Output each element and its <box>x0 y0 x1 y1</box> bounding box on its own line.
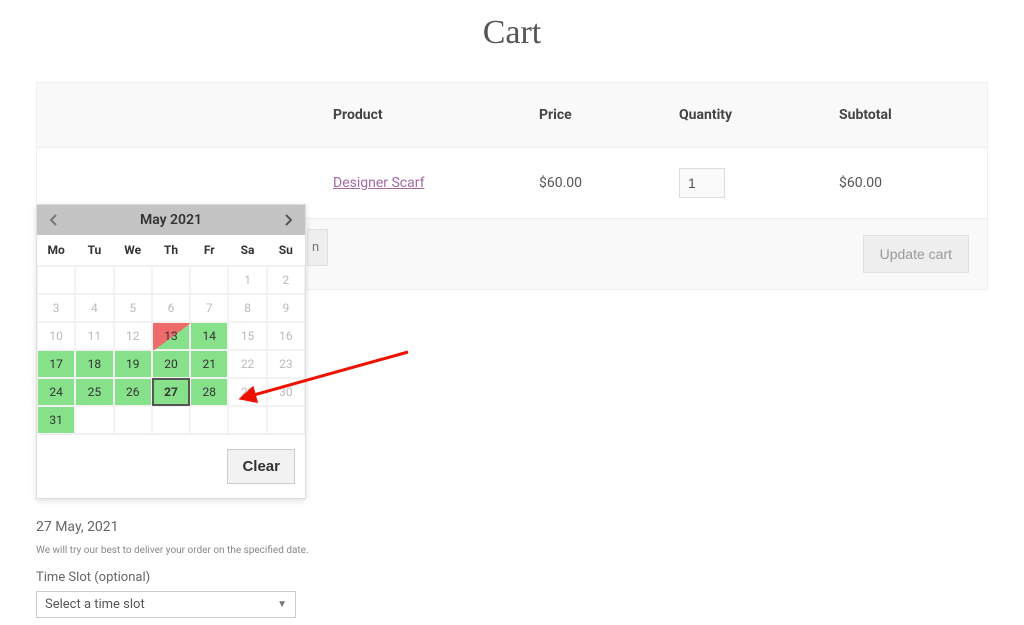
header-product: Product <box>333 107 539 123</box>
next-month-button[interactable] <box>279 211 297 229</box>
day-12: 12 <box>114 322 152 350</box>
datepicker-dow: Fr <box>190 235 228 266</box>
header-price: Price <box>539 107 679 123</box>
day-23: 23 <box>267 350 305 378</box>
day-5: 5 <box>114 294 152 322</box>
day-16: 16 <box>267 322 305 350</box>
day-empty <box>152 266 190 294</box>
day-2: 2 <box>267 266 305 294</box>
datepicker-clear-button[interactable]: Clear <box>227 449 295 484</box>
day-15: 15 <box>228 322 266 350</box>
day-9: 9 <box>267 294 305 322</box>
day-empty <box>75 266 113 294</box>
day-empty <box>190 406 228 434</box>
day-26[interactable]: 26 <box>114 378 152 406</box>
coupon-button-fragment[interactable]: n <box>307 229 328 266</box>
day-13[interactable]: 13 <box>152 322 190 350</box>
datepicker-dow: Sa <box>228 235 266 266</box>
day-empty <box>190 266 228 294</box>
day-17[interactable]: 17 <box>37 350 75 378</box>
day-empty <box>152 406 190 434</box>
day-11: 11 <box>75 322 113 350</box>
subtotal-value: $60.00 <box>839 175 979 191</box>
cart-header-row: Product Price Quantity Subtotal <box>37 83 987 147</box>
delivery-note: We will try our best to deliver your ord… <box>36 545 386 556</box>
day-empty <box>114 266 152 294</box>
datepicker-dow: Mo <box>37 235 75 266</box>
day-empty <box>75 406 113 434</box>
datepicker-dow: Su <box>267 235 305 266</box>
day-22: 22 <box>228 350 266 378</box>
day-31[interactable]: 31 <box>37 406 75 434</box>
datepicker-dow: Th <box>152 235 190 266</box>
day-1: 1 <box>228 266 266 294</box>
day-24[interactable]: 24 <box>37 378 75 406</box>
chevron-right-icon <box>283 214 293 226</box>
timeslot-placeholder: Select a time slot <box>45 597 145 612</box>
day-4: 4 <box>75 294 113 322</box>
datepicker-dow: Tu <box>75 235 113 266</box>
header-subtotal: Subtotal <box>839 107 979 123</box>
day-27[interactable]: 27 <box>152 378 190 406</box>
datepicker-month-label: May 2021 <box>140 212 202 228</box>
day-10: 10 <box>37 322 75 350</box>
selected-date-text: 27 May, 2021 <box>36 519 386 535</box>
datepicker-header: May 2021 <box>37 205 305 235</box>
day-25[interactable]: 25 <box>75 378 113 406</box>
day-empty <box>37 266 75 294</box>
quantity-input[interactable] <box>679 168 725 198</box>
header-quantity: Quantity <box>679 107 839 123</box>
day-7: 7 <box>190 294 228 322</box>
datepicker-dow: We <box>114 235 152 266</box>
update-cart-button[interactable]: Update cart <box>863 235 969 273</box>
prev-month-button[interactable] <box>45 211 63 229</box>
day-6: 6 <box>152 294 190 322</box>
day-empty <box>267 406 305 434</box>
day-21[interactable]: 21 <box>190 350 228 378</box>
chevron-left-icon <box>49 214 59 226</box>
day-29: 29 <box>228 378 266 406</box>
delivery-info-block: 27 May, 2021 We will try our best to del… <box>36 519 386 618</box>
day-19[interactable]: 19 <box>114 350 152 378</box>
delivery-datepicker: May 2021 MoTuWeThFrSaSu 1234567891011121… <box>36 204 306 499</box>
product-link[interactable]: Designer Scarf <box>333 175 424 191</box>
price-value: $60.00 <box>539 175 679 191</box>
day-3: 3 <box>37 294 75 322</box>
day-18[interactable]: 18 <box>75 350 113 378</box>
page-title: Cart <box>0 14 1024 52</box>
day-28[interactable]: 28 <box>190 378 228 406</box>
day-8: 8 <box>228 294 266 322</box>
day-14[interactable]: 14 <box>190 322 228 350</box>
day-empty <box>228 406 266 434</box>
timeslot-select[interactable]: Select a time slot ▼ <box>36 591 296 618</box>
day-20[interactable]: 20 <box>152 350 190 378</box>
caret-down-icon: ▼ <box>277 599 287 610</box>
timeslot-label: Time Slot (optional) <box>36 570 386 585</box>
day-30: 30 <box>267 378 305 406</box>
day-empty <box>114 406 152 434</box>
